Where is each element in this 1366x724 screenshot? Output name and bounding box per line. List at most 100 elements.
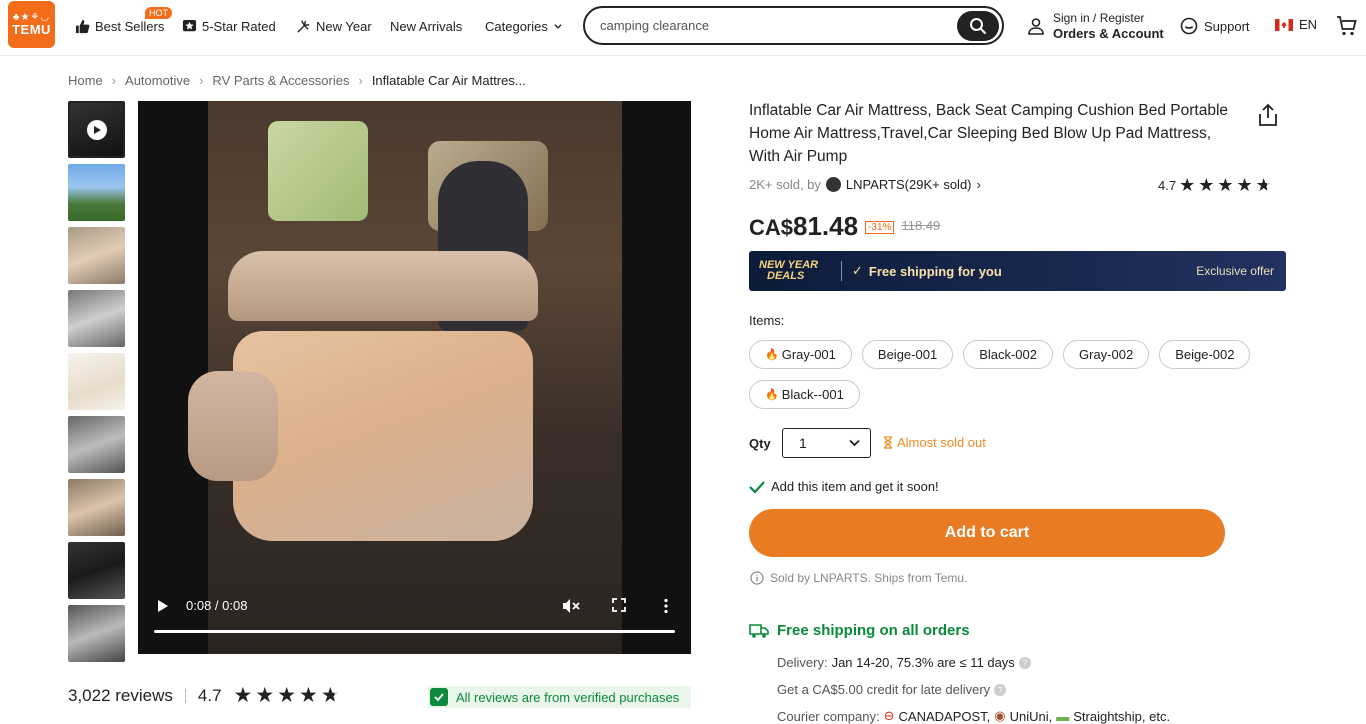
store-link[interactable]: LNPARTS(29K+ sold) (846, 177, 972, 192)
price-value: 81.48 (793, 211, 859, 241)
chevron-down-icon (554, 24, 562, 29)
thumbnail-image[interactable] (68, 353, 125, 410)
star-icon: ★ (277, 684, 297, 707)
star-icon: ★ (1179, 175, 1196, 195)
breadcrumb-home[interactable]: Home (68, 73, 103, 88)
discount-badge: -31% (865, 221, 895, 234)
late-delivery-credit: Get a CA$5.00 credit for late delivery ? (777, 682, 1007, 697)
add-to-cart-button[interactable]: Add to cart (749, 509, 1225, 557)
variant-option-gray-001[interactable]: 🔥 Gray-001 (749, 340, 852, 369)
fullscreen-button[interactable] (612, 598, 626, 615)
product-video-player[interactable]: 0:08 / 0:08 (138, 101, 691, 654)
nav-categories[interactable]: Categories (485, 17, 563, 35)
breadcrumb-rv-parts[interactable]: RV Parts & Accessories (212, 73, 349, 88)
play-button[interactable] (156, 598, 170, 617)
help-icon[interactable]: ? (1018, 656, 1031, 669)
uniuni-icon: ◉ (994, 708, 1006, 723)
nav-new-year[interactable]: New Year (296, 17, 372, 35)
price-row: CA$81.48 -31% 118.49 (749, 211, 940, 242)
add-soon-notice: Add this item and get it soon! (749, 479, 939, 494)
thumbnail-image[interactable] (68, 605, 125, 662)
promo-banner[interactable]: NEW YEAR DEALS ✓ Free shipping for you E… (749, 251, 1286, 291)
share-button[interactable] (1257, 103, 1279, 130)
sign-in-link[interactable]: Sign in / Register (1053, 11, 1164, 26)
breadcrumb-automotive[interactable]: Automotive (125, 73, 190, 88)
more-options-button[interactable] (663, 598, 669, 617)
store-avatar-icon (825, 177, 841, 192)
user-icon (1028, 18, 1044, 35)
items-label: Items: (749, 313, 785, 328)
video-progress-bar[interactable] (154, 630, 675, 633)
quantity-value: 1 (799, 435, 807, 451)
sold-row: 2K+ sold, by LNPARTS(29K+ sold) › (749, 177, 981, 192)
orders-account-link[interactable]: Orders & Account (1053, 26, 1164, 41)
verified-purchases-banner: All reviews are from verified purchases (428, 686, 691, 708)
divider (184, 689, 186, 703)
sold-count: 2K+ sold, by (749, 177, 821, 192)
search-button[interactable] (957, 11, 999, 41)
share-icon (1259, 103, 1277, 126)
rating-stars: ★ ★ ★ ★ ★ (234, 684, 340, 707)
quantity-select[interactable]: 1 (782, 428, 871, 458)
nav-label: New Year (316, 18, 372, 34)
nav-best-sellers[interactable]: Best Sellers (75, 17, 164, 35)
promo-shipping-text: Free shipping for you (868, 263, 1002, 279)
verified-shield-icon (430, 688, 448, 706)
top-header: ♣★⚘◡ TEMU Best Sellers HOT 5-Star Rated … (0, 0, 1366, 56)
chevron-down-icon (849, 439, 860, 447)
language-selector[interactable]: EN (1275, 17, 1317, 32)
canada-flag-icon (1275, 18, 1293, 31)
nav-new-arrivals[interactable]: New Arrivals (390, 17, 462, 35)
half-star-icon: ★ (320, 684, 340, 707)
flame-icon: 🔥 (765, 389, 779, 401)
star-icon: ★ (1217, 175, 1234, 195)
rating-value: 4.7 (1158, 177, 1177, 193)
variant-option-beige-002[interactable]: Beige-002 (1159, 340, 1251, 369)
muted-speaker-icon (563, 599, 580, 613)
rating-summary[interactable]: 4.7 ★ ★ ★ ★ ★ (1158, 176, 1272, 194)
nav-5-star-rated[interactable]: 5-Star Rated (182, 17, 276, 35)
account-menu[interactable]: Sign in / Register Orders & Account (1027, 11, 1164, 41)
quantity-label: Qty (749, 436, 771, 451)
star-icon: ★ (255, 684, 275, 707)
play-icon (158, 600, 168, 612)
hot-badge: HOT (145, 7, 172, 19)
temu-logo[interactable]: ♣★⚘◡ TEMU (8, 1, 55, 48)
mute-button[interactable] (562, 598, 580, 617)
thumbnail-image[interactable] (68, 416, 125, 473)
thumbnail-video[interactable] (68, 101, 125, 158)
thumbnail-image[interactable] (68, 164, 125, 221)
thumbnail-strip (68, 101, 125, 668)
exclusive-offer-label: Exclusive offer (1196, 264, 1274, 278)
rating-stars: ★ ★ ★ ★ ★ (1179, 176, 1272, 194)
thumbnail-image[interactable] (68, 542, 125, 599)
video-scene-seat (228, 251, 538, 321)
search-input[interactable] (600, 18, 940, 33)
thumbs-up-icon (75, 19, 90, 33)
help-icon[interactable]: ? (994, 683, 1007, 696)
play-icon (86, 119, 107, 140)
variant-option-gray-002[interactable]: Gray-002 (1063, 340, 1150, 369)
support-link[interactable]: Support (1180, 17, 1250, 35)
info-icon (750, 571, 764, 585)
star-icon: ★ (299, 684, 318, 707)
video-time: 0:08 / 0:08 (186, 598, 248, 613)
sold-by-info: Sold by LNPARTS. Ships from Temu. (750, 571, 967, 585)
nav-label: Best Sellers (95, 18, 165, 34)
chevron-right-icon: › (358, 73, 363, 88)
variant-option-black-001[interactable]: 🔥 Black--001 (749, 380, 860, 409)
more-vertical-icon (664, 598, 668, 614)
reviews-score: 4.7 (197, 686, 222, 705)
variant-option-beige-001[interactable]: Beige-001 (861, 340, 954, 369)
search-icon (970, 18, 987, 35)
courier-info: Courier company: ⊖ CANADAPOST, ◉ UniUni,… (777, 708, 1171, 724)
thumbnail-image[interactable] (68, 479, 125, 536)
cart-button[interactable] (1336, 15, 1358, 40)
old-price: 118.49 (901, 218, 941, 233)
variant-option-black-002[interactable]: Black-002 (963, 340, 1053, 369)
firework-icon (297, 20, 310, 33)
flame-icon: 🔥 (765, 349, 779, 361)
thumbnail-image[interactable] (68, 290, 125, 347)
logo-text: TEMU (12, 22, 51, 37)
thumbnail-image[interactable] (68, 227, 125, 284)
